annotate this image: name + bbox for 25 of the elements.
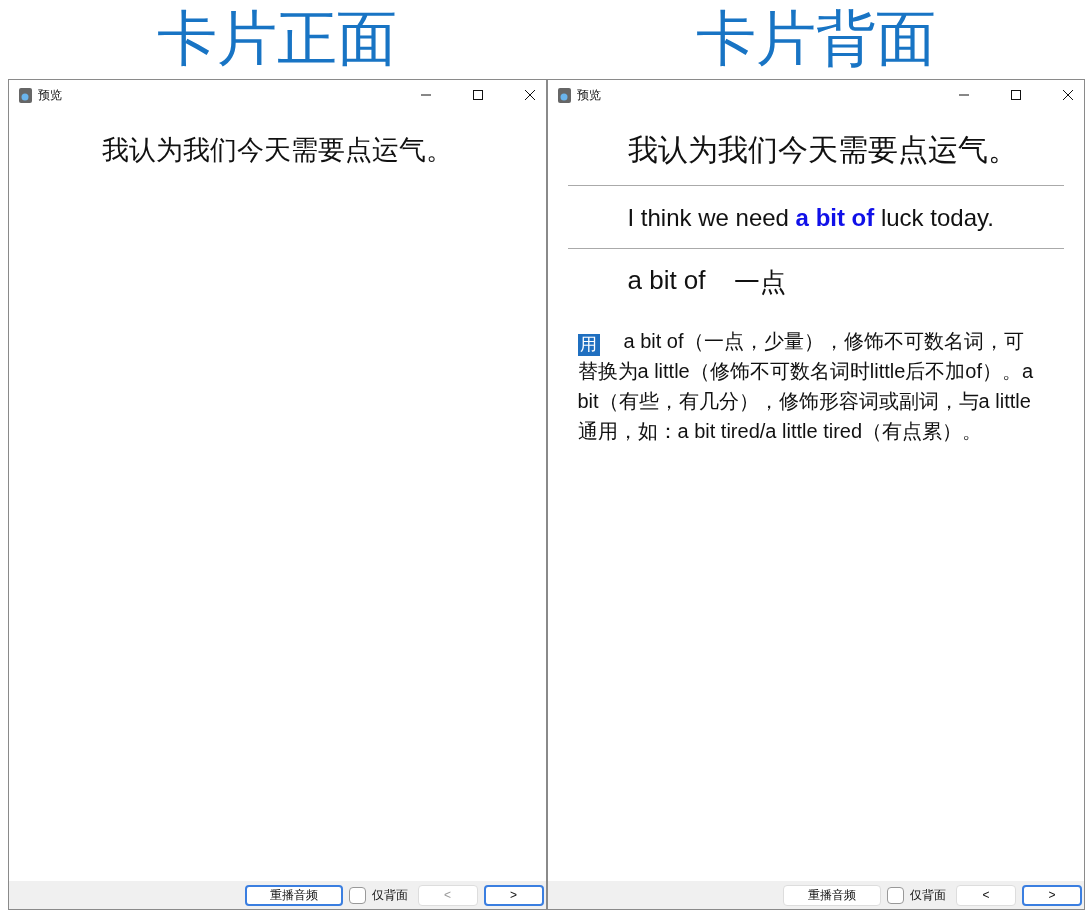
close-icon[interactable] (1062, 89, 1074, 101)
maximize-icon[interactable] (1010, 89, 1022, 101)
window-title: 预览 (38, 86, 63, 104)
back-only-checkbox[interactable] (887, 886, 904, 904)
panel-heading: 卡片正面 (156, 2, 399, 75)
maximize-icon[interactable] (471, 89, 484, 101)
app-icon (557, 87, 571, 103)
back-only-label: 仅背面 (371, 886, 408, 904)
replay-audio-button[interactable]: 重播音频 (783, 884, 881, 906)
window-title: 预览 (576, 86, 602, 104)
app-icon (19, 87, 32, 103)
card-sentence: 我认为我们今天需要点运气。 (100, 134, 454, 167)
panel-heading: 卡片背面 (694, 2, 937, 75)
phrase-meaning: 一点 (733, 266, 786, 299)
previous-button[interactable]: < (956, 884, 1016, 906)
back-only-label: 仅背面 (910, 886, 946, 904)
next-button[interactable]: > (1022, 884, 1082, 906)
next-button[interactable]: > (483, 884, 544, 906)
back-only-checkbox[interactable] (348, 886, 366, 904)
replay-audio-button[interactable]: 重播音频 (244, 884, 343, 906)
usage-note: 用 a bit of（一点，少量），修饰不可数名词，可替换为a little（修饰不可数名词时little后不加of）。a bit（有些，有几分），修饰形容词或副词，与a little通用，如：a bit tired/a little tired（有点累）。 (577, 329, 1035, 444)
phrase-term: a bit of (627, 265, 706, 297)
close-icon[interactable] (523, 89, 536, 101)
sentence-translation: I think we need a bit of luck today. (567, 186, 1064, 249)
card-sentence: 我认为我们今天需要点运气。 (567, 110, 1064, 186)
